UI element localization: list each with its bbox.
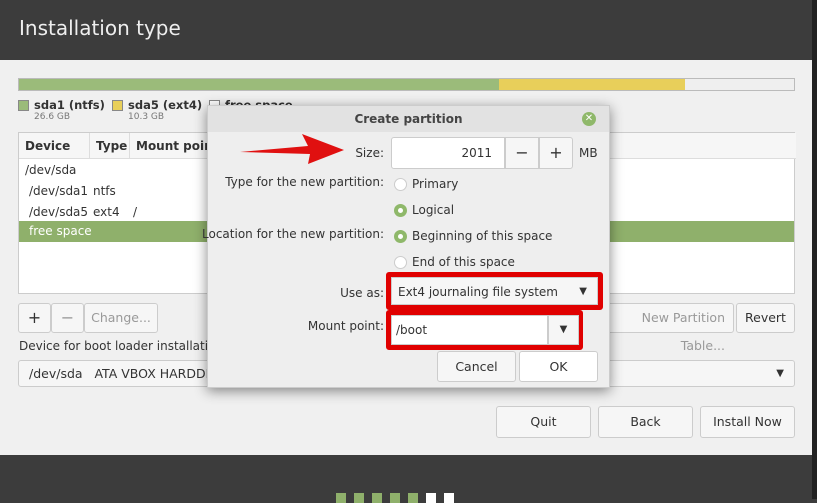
radio-label: Logical xyxy=(412,203,455,217)
legend-sda5: sda5 (ext4) 10.3 GB xyxy=(112,98,202,122)
bar-segment-free xyxy=(685,79,794,90)
radio-circle-checked xyxy=(394,203,407,217)
progress-dot-done xyxy=(390,493,400,503)
cell-device: /dev/sda5 xyxy=(29,205,89,219)
column-type[interactable]: Type xyxy=(90,133,130,159)
use-as-label: Use as: xyxy=(340,286,384,300)
size-decrease-button[interactable]: − xyxy=(505,137,539,169)
chevron-down-icon: ▼ xyxy=(776,368,784,379)
mount-point-label: Mount point: xyxy=(307,319,384,333)
new-partition-table-button[interactable]: New Partition Table... xyxy=(600,303,734,353)
legend-sda1: sda1 (ntfs) 26.6 GB xyxy=(18,98,105,122)
radio-circle-checked xyxy=(394,229,407,243)
red-arrow-annotation xyxy=(240,134,344,164)
legend-size: 26.6 GB xyxy=(34,112,71,122)
bar-segment-sda1 xyxy=(19,79,499,90)
legend-swatch xyxy=(112,100,123,111)
ok-button[interactable]: OK xyxy=(519,351,598,382)
dialog-title: Create partition xyxy=(208,106,609,132)
size-increase-button[interactable]: + xyxy=(539,137,573,169)
radio-label: Beginning of this space xyxy=(412,229,553,243)
legend-label: sda5 (ext4) xyxy=(128,98,203,112)
add-partition-button[interactable]: + xyxy=(18,303,51,333)
size-input[interactable]: 2011 xyxy=(391,137,505,169)
progress-dots xyxy=(336,493,454,503)
legend-size: 10.3 GB xyxy=(128,112,165,122)
radio-end[interactable]: End of this space xyxy=(394,255,515,269)
cancel-button[interactable]: Cancel xyxy=(437,351,516,382)
radio-primary[interactable]: Primary xyxy=(394,177,458,191)
progress-dot-done xyxy=(408,493,418,503)
radio-beginning[interactable]: Beginning of this space xyxy=(394,229,552,243)
location-label: Location for the new partition: xyxy=(202,227,384,241)
change-partition-button[interactable]: Change... xyxy=(84,303,158,333)
mount-point-dropdown[interactable]: ▼ xyxy=(548,315,579,345)
revert-button[interactable]: Revert xyxy=(736,303,795,333)
cell-type: ext4 xyxy=(93,205,120,219)
radio-label: Primary xyxy=(412,177,459,191)
size-label: Size: xyxy=(355,146,384,160)
chevron-down-icon: ▼ xyxy=(579,286,587,297)
cell-device: free space xyxy=(29,224,92,238)
back-button[interactable]: Back xyxy=(598,406,693,438)
cell-device: /dev/sda1 xyxy=(29,184,89,198)
window-edge xyxy=(812,0,817,499)
close-icon[interactable]: ✕ xyxy=(582,112,596,126)
cell-type: ntfs xyxy=(93,184,116,198)
chevron-down-icon: ▼ xyxy=(559,324,568,335)
boot-loader-label: Device for boot loader installation: xyxy=(19,339,228,353)
radio-logical[interactable]: Logical xyxy=(394,203,454,217)
type-label: Type for the new partition: xyxy=(225,175,384,189)
install-now-button[interactable]: Install Now xyxy=(700,406,795,438)
size-unit: MB xyxy=(579,146,598,160)
column-device[interactable]: Device xyxy=(19,133,90,159)
mount-point-input[interactable]: /boot xyxy=(391,315,548,345)
radio-circle xyxy=(394,255,407,269)
cell-mount: / xyxy=(133,205,138,219)
radio-circle xyxy=(394,177,407,191)
use-as-select[interactable]: Ext4 journaling file system ▼ xyxy=(391,277,598,305)
create-partition-dialog: Create partition ✕ Size: 2011 − + MB Typ… xyxy=(202,105,610,388)
progress-dot-done xyxy=(354,493,364,503)
remove-partition-button[interactable]: − xyxy=(51,303,84,333)
legend-label: sda1 (ntfs) xyxy=(34,98,105,112)
quit-button[interactable]: Quit xyxy=(496,406,591,438)
partition-bar xyxy=(18,78,795,91)
legend-swatch xyxy=(18,100,29,111)
page-title: Installation type xyxy=(19,16,181,40)
cell-device: /dev/sda xyxy=(25,163,77,177)
progress-dot-pending xyxy=(444,493,454,503)
bar-segment-sda5 xyxy=(498,79,686,90)
progress-dot-done xyxy=(336,493,346,503)
boot-loader-value: /dev/sda ATA VBOX HARDDISK xyxy=(29,366,226,381)
progress-dot-done xyxy=(372,493,382,503)
progress-dot-pending xyxy=(426,493,436,503)
radio-label: End of this space xyxy=(412,255,515,269)
use-as-value: Ext4 journaling file system xyxy=(398,285,558,299)
